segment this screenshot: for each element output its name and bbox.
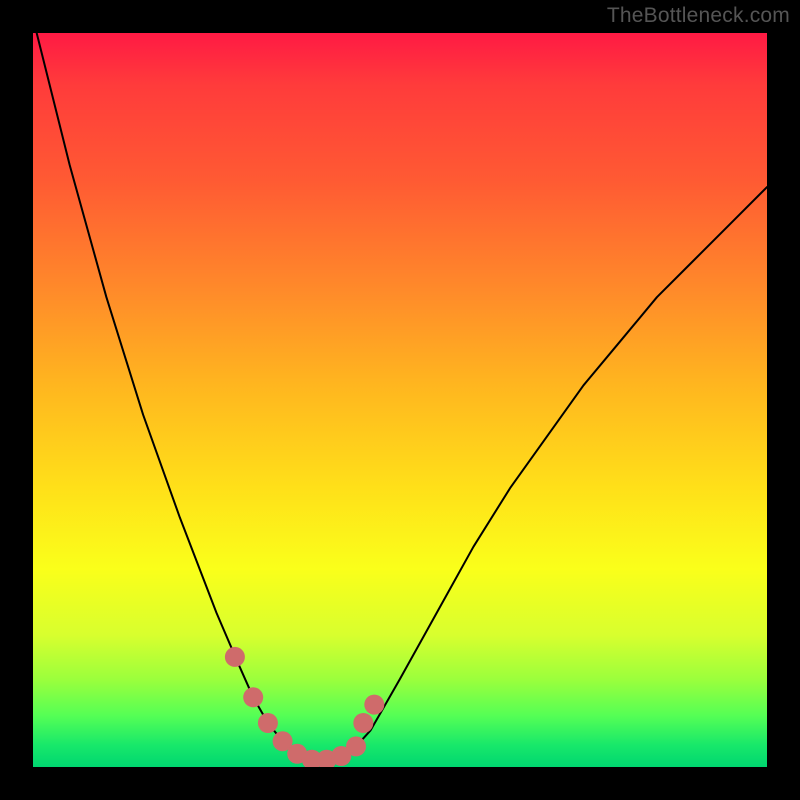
chart-frame: TheBottleneck.com	[0, 0, 800, 800]
chart-svg	[33, 33, 767, 767]
marker-dot	[364, 695, 384, 715]
marker-dot	[258, 713, 278, 733]
marker-dot	[353, 713, 373, 733]
marker-dot	[243, 687, 263, 707]
chart-plot-area	[33, 33, 767, 767]
bottleneck-curve	[33, 33, 767, 760]
marker-dot	[225, 647, 245, 667]
near-optimal-markers	[225, 647, 384, 767]
marker-dot	[346, 736, 366, 756]
watermark-text: TheBottleneck.com	[607, 4, 790, 28]
